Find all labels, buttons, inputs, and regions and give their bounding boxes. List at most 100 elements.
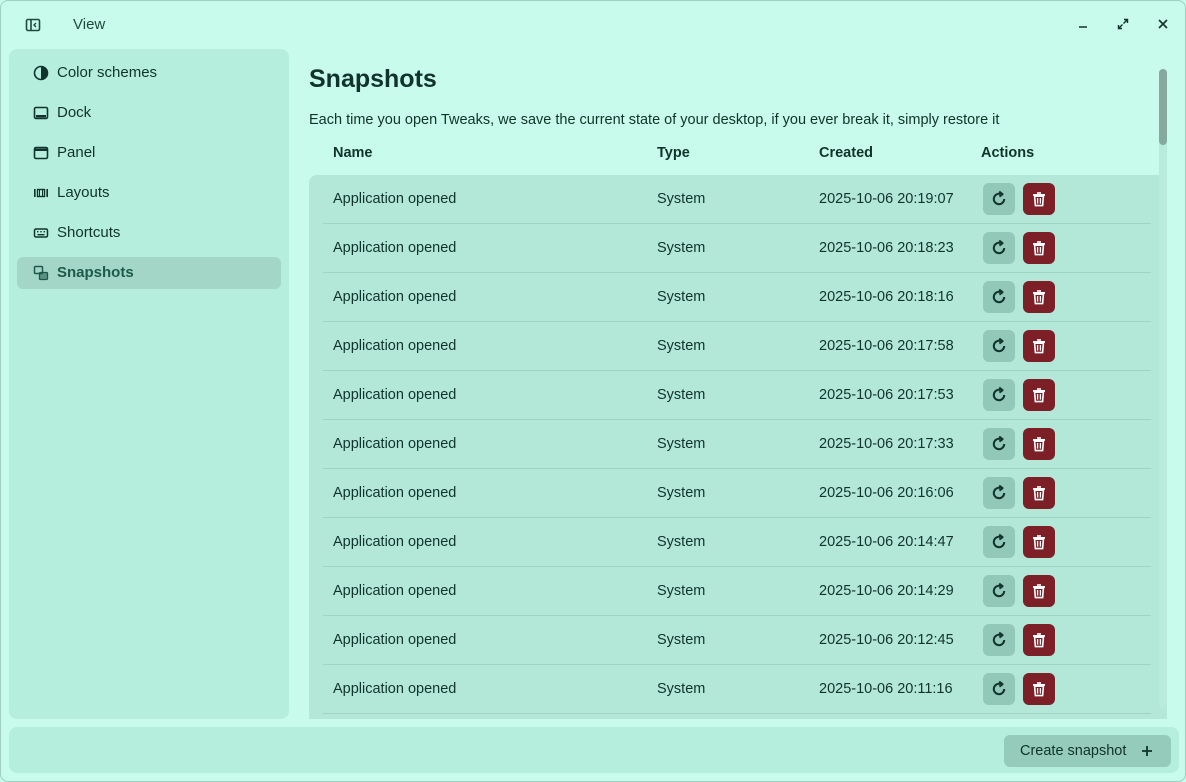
sidebar-item-panel[interactable]: Panel [17,137,281,169]
row-type: System [657,436,706,452]
row-created: 2025-10-06 20:11:16 [819,681,953,697]
table-row: Application opened System 2025-10-06 20:14… [309,567,1167,616]
restore-icon [990,435,1008,453]
table-row: Application opened System 2025-10-06 20:17… [309,322,1167,371]
main-content: Snapshots Each time you open Tweaks, we … [289,49,1185,719]
window-title: View [73,16,106,33]
row-created: 2025-10-06 20:12:45 [819,632,954,648]
row-type: System [657,583,706,599]
layouts-icon [33,185,49,201]
color-scheme-icon [33,65,49,81]
restore-button[interactable] [983,428,1015,460]
delete-button[interactable] [1023,428,1055,460]
page-title: Snapshots [309,65,437,93]
delete-button[interactable] [1023,673,1055,705]
restore-button[interactable] [983,281,1015,313]
row-name: Application opened [333,289,457,305]
table-row: Application opened System 2025-10-06 20:17… [309,420,1167,469]
sidebar-item-color-schemes[interactable]: Color schemes [17,57,281,89]
sidebar-item-dock[interactable]: Dock [17,97,281,129]
dock-icon [33,105,49,121]
trash-icon [1031,289,1047,305]
restore-icon [990,582,1008,600]
close-button[interactable] [1153,14,1173,34]
delete-button[interactable] [1023,624,1055,656]
sidebar-item-snapshots[interactable]: Snapshots [17,257,281,289]
app-window: View Color schemes Dock Panel Layouts Sh… [0,0,1186,782]
keyboard-icon [33,225,49,241]
page-description: Each time you open Tweaks, we save the c… [309,112,1000,128]
table-row: Application opened System 2025-10-06 20:12… [309,616,1167,665]
sidebar-item-label: Shortcuts [57,224,121,241]
table-row: Application opened System 2025-10-06 20:18… [309,224,1167,273]
restore-button[interactable] [983,526,1015,558]
trash-icon [1031,681,1047,697]
restore-button[interactable] [983,183,1015,215]
restore-icon [990,484,1008,502]
delete-button[interactable] [1023,232,1055,264]
row-type: System [657,191,706,207]
restore-icon [990,533,1008,551]
restore-button[interactable] [983,330,1015,362]
minimize-button[interactable] [1073,14,1093,34]
column-header-created: Created [819,145,873,161]
delete-button[interactable] [1023,330,1055,362]
row-created: 2025-10-06 20:17:33 [819,436,954,452]
row-created: 2025-10-06 20:14:29 [819,583,954,599]
table-row: Application opened System 2025-10-06 20:14… [309,518,1167,567]
row-name: Application opened [333,534,457,550]
row-type: System [657,485,706,501]
delete-button[interactable] [1023,477,1055,509]
sidebar-item-layouts[interactable]: Layouts [17,177,281,209]
restore-icon [990,386,1008,404]
row-name: Application opened [333,387,457,403]
table-row: Application opened System 2025-10-06 20:11… [309,665,1167,714]
row-created: 2025-10-06 20:18:16 [819,289,954,305]
restore-icon [990,337,1008,355]
minimize-icon [1079,26,1087,28]
maximize-button[interactable] [1113,14,1133,34]
restore-button[interactable] [983,379,1015,411]
row-name: Application opened [333,191,457,207]
delete-button[interactable] [1023,281,1055,313]
trash-icon [1031,191,1047,207]
delete-button[interactable] [1023,526,1055,558]
snapshots-icon [33,265,49,281]
delete-button[interactable] [1023,183,1055,215]
restore-icon [990,288,1008,306]
scrollbar-thumb[interactable] [1159,69,1167,145]
restore-button[interactable] [983,673,1015,705]
restore-button[interactable] [983,575,1015,607]
scrollbar-track [1159,69,1167,709]
restore-button[interactable] [983,232,1015,264]
row-name: Application opened [333,485,457,501]
delete-button[interactable] [1023,575,1055,607]
restore-button[interactable] [983,477,1015,509]
sidebar-item-shortcuts[interactable]: Shortcuts [17,217,281,249]
row-name: Application opened [333,436,457,452]
sidebar-item-label: Layouts [57,184,110,201]
trash-icon [1031,485,1047,501]
row-name: Application opened [333,632,457,648]
snapshots-table: Application opened System 2025-10-06 20:19… [309,175,1167,719]
restore-button[interactable] [983,624,1015,656]
plus-icon [1140,744,1154,758]
bottom-bar: Create snapshot [9,727,1179,773]
create-snapshot-label: Create snapshot [1020,743,1127,759]
trash-icon [1031,534,1047,550]
create-snapshot-button[interactable]: Create snapshot [1004,735,1171,767]
header-bar: View [1,1,1185,47]
sidebar-toggle-button[interactable] [23,15,43,35]
panel-icon [33,145,49,161]
sidebar-toggle-icon [25,18,41,32]
delete-button[interactable] [1023,379,1055,411]
table-row: Application opened System 2025-10-06 20:16… [309,469,1167,518]
table-row: Application opened System 2025-10-06 20:18… [309,273,1167,322]
row-type: System [657,681,706,697]
trash-icon [1031,632,1047,648]
row-created: 2025-10-06 20:17:58 [819,338,954,354]
trash-icon [1031,583,1047,599]
row-name: Application opened [333,338,457,354]
restore-icon [990,680,1008,698]
trash-icon [1031,338,1047,354]
